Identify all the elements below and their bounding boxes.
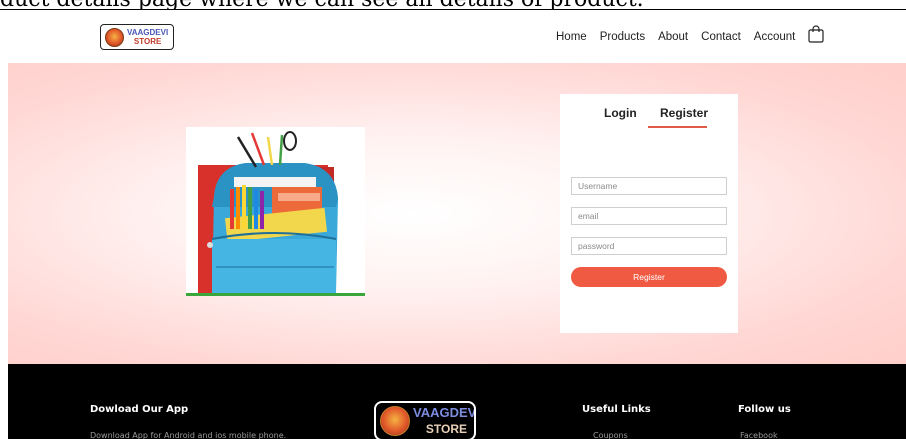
footer-app-title: Dowload Our App bbox=[90, 404, 189, 415]
email-field[interactable] bbox=[571, 207, 727, 225]
nav-account[interactable]: Account bbox=[754, 31, 796, 43]
footer-logo-line-1: VAAGDEVI bbox=[413, 405, 476, 420]
nav-links: Home Products About Contact Account bbox=[556, 31, 795, 43]
navbar: VAAGDEVI STORE Home Products About Conta… bbox=[0, 12, 906, 62]
footer-follow-title: Follow us bbox=[738, 404, 791, 415]
brand-logo[interactable]: VAAGDEVI STORE bbox=[100, 24, 174, 50]
footer-logo-line-2: STORE bbox=[425, 422, 468, 436]
footer: Dowload Our App Download App for Android… bbox=[8, 364, 906, 439]
logo-emblem-icon bbox=[105, 27, 124, 47]
username-field[interactable] bbox=[571, 177, 727, 195]
logo-text: VAAGDEVI STORE bbox=[127, 28, 168, 46]
logo-line-2: STORE bbox=[133, 37, 162, 46]
footer-logo-emblem-icon bbox=[380, 406, 410, 436]
footer-logo: VAAGDEVI STORE bbox=[374, 401, 476, 439]
page-caption: duct details page where we can see all d… bbox=[0, 0, 906, 10]
nav-products[interactable]: Products bbox=[600, 31, 645, 43]
password-field[interactable] bbox=[571, 237, 727, 255]
auth-card: Login Register Register bbox=[560, 94, 738, 333]
shopping-bag-icon[interactable] bbox=[808, 25, 824, 43]
footer-logo-text: VAAGDEVI STORE bbox=[413, 405, 476, 437]
register-button[interactable]: Register bbox=[571, 267, 727, 287]
footer-link-coupons[interactable]: Coupons bbox=[593, 431, 628, 439]
tab-login[interactable]: Login bbox=[604, 106, 637, 120]
footer-app-text: Download App for Android and ios mobile … bbox=[90, 431, 287, 439]
active-tab-indicator bbox=[648, 126, 707, 128]
footer-links-title: Useful Links bbox=[582, 404, 651, 415]
nav-about[interactable]: About bbox=[658, 31, 688, 43]
hero-section: Login Register Register bbox=[8, 63, 906, 364]
backpack-image bbox=[186, 127, 365, 296]
footer-link-facebook[interactable]: Facebook bbox=[740, 431, 778, 439]
logo-line-1: VAAGDEVI bbox=[127, 28, 169, 37]
tab-register[interactable]: Register bbox=[660, 106, 708, 120]
nav-contact[interactable]: Contact bbox=[701, 31, 741, 43]
nav-home[interactable]: Home bbox=[556, 31, 587, 43]
